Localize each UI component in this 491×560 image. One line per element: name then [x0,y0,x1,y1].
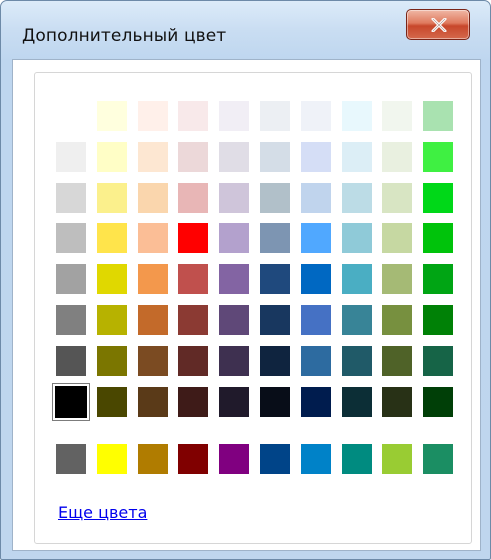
color-swatch[interactable] [97,142,127,172]
color-palette: Еще цвета [34,72,472,544]
color-swatch[interactable] [260,223,290,253]
color-swatch[interactable] [423,387,453,417]
color-swatch[interactable] [178,183,208,213]
color-swatch[interactable] [260,387,290,417]
standard-color-swatch[interactable] [97,444,127,474]
color-swatch[interactable] [423,183,453,213]
color-swatch[interactable] [56,346,86,376]
color-swatch[interactable] [382,142,412,172]
color-swatch[interactable] [219,142,249,172]
color-swatch[interactable] [260,183,290,213]
color-swatch[interactable] [97,264,127,294]
standard-color-swatch[interactable] [56,444,86,474]
color-swatch[interactable] [301,183,331,213]
color-swatch[interactable] [53,384,89,420]
color-swatch[interactable] [178,223,208,253]
color-swatch[interactable] [301,101,331,131]
color-swatch[interactable] [260,264,290,294]
color-dialog: Дополнительный цвет Еще цвета [0,0,491,560]
color-swatch[interactable] [138,101,168,131]
color-swatch[interactable] [260,101,290,131]
color-swatch[interactable] [260,346,290,376]
color-swatch[interactable] [423,346,453,376]
color-swatch[interactable] [342,305,372,335]
dialog-body: Еще цвета [12,59,481,551]
dialog-title: Дополнительный цвет [22,26,227,46]
color-swatch[interactable] [423,101,453,131]
color-swatch[interactable] [219,101,249,131]
color-swatch[interactable] [56,264,86,294]
color-swatch[interactable] [219,346,249,376]
standard-color-swatch[interactable] [260,444,290,474]
color-swatch[interactable] [260,305,290,335]
color-swatch[interactable] [138,305,168,335]
color-swatch[interactable] [382,346,412,376]
color-swatch[interactable] [219,264,249,294]
color-swatch[interactable] [301,223,331,253]
color-swatch[interactable] [423,142,453,172]
color-swatch[interactable] [423,264,453,294]
color-swatch[interactable] [97,305,127,335]
color-swatch[interactable] [138,142,168,172]
close-icon [431,18,447,32]
color-swatch[interactable] [138,387,168,417]
color-swatch[interactable] [342,183,372,213]
color-swatch[interactable] [178,387,208,417]
standard-color-swatch[interactable] [178,444,208,474]
color-swatch[interactable] [219,305,249,335]
color-swatch[interactable] [382,223,412,253]
color-swatch[interactable] [342,264,372,294]
color-swatch[interactable] [219,387,249,417]
standard-color-swatch[interactable] [138,444,168,474]
color-swatch[interactable] [178,101,208,131]
standard-color-swatch[interactable] [301,444,331,474]
standard-color-swatch[interactable] [219,444,249,474]
color-swatch[interactable] [342,101,372,131]
color-swatch[interactable] [382,101,412,131]
color-swatch[interactable] [301,142,331,172]
close-button[interactable] [406,9,470,40]
color-swatch[interactable] [178,346,208,376]
title-bar[interactable]: Дополнительный цвет [1,1,490,59]
standard-color-swatch[interactable] [382,444,412,474]
color-swatch[interactable] [97,101,127,131]
color-swatch[interactable] [97,223,127,253]
color-swatch[interactable] [56,183,86,213]
color-swatch[interactable] [423,223,453,253]
color-swatch[interactable] [301,264,331,294]
color-swatch[interactable] [138,183,168,213]
color-swatch[interactable] [342,223,372,253]
color-swatch[interactable] [342,346,372,376]
color-swatch[interactable] [56,142,86,172]
color-swatch[interactable] [301,305,331,335]
color-swatch[interactable] [97,346,127,376]
color-swatch[interactable] [301,346,331,376]
color-swatch[interactable] [423,305,453,335]
color-swatch[interactable] [97,183,127,213]
color-swatch[interactable] [260,142,290,172]
color-swatch[interactable] [97,387,127,417]
color-swatch[interactable] [219,223,249,253]
color-swatch[interactable] [219,183,249,213]
color-swatch[interactable] [56,223,86,253]
color-swatch[interactable] [342,142,372,172]
color-swatch[interactable] [382,305,412,335]
color-swatch[interactable] [382,183,412,213]
more-colors-link[interactable]: Еще цвета [58,503,147,522]
color-swatch[interactable] [342,387,372,417]
color-swatch[interactable] [382,264,412,294]
color-swatch[interactable] [56,305,86,335]
standard-color-swatch[interactable] [423,444,453,474]
color-swatch[interactable] [178,142,208,172]
color-swatch[interactable] [178,305,208,335]
color-swatch[interactable] [178,264,208,294]
color-swatch[interactable] [301,387,331,417]
color-swatch[interactable] [138,223,168,253]
color-swatch[interactable] [138,264,168,294]
color-swatch[interactable] [138,346,168,376]
color-swatch[interactable] [382,387,412,417]
standard-color-swatch[interactable] [342,444,372,474]
